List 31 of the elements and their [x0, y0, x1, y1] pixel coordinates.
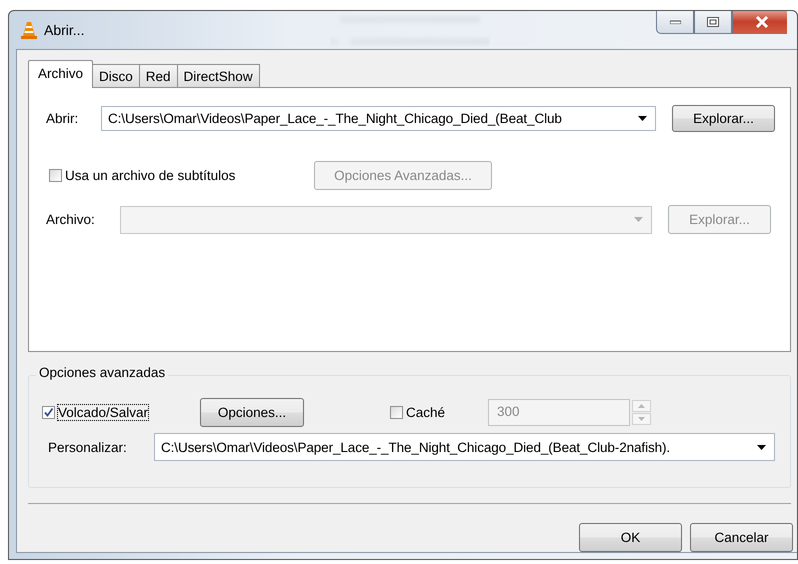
window-title: Abrir... [44, 22, 84, 38]
browse-button[interactable]: Explorar... [672, 105, 775, 132]
tab[interactable]: Red [138, 64, 178, 87]
up-arrow-icon [638, 404, 645, 408]
minimize-button[interactable] [656, 11, 694, 34]
close-button[interactable] [732, 11, 787, 34]
path-dropdown[interactable]: C:\Users\Omar\Videos\Paper_Lace_-_The_Night_Chicago_Died_(Beat_Club [101, 106, 656, 131]
field-label: Archivo: [46, 212, 96, 227]
checkbox-label: Volcado/Salvar [58, 405, 148, 420]
checkbox-label: Caché [406, 405, 446, 420]
cancel-button[interactable]: Cancelar [690, 523, 793, 552]
maximize-button[interactable] [694, 11, 732, 34]
output-dropdown[interactable]: C:\Users\Omar\Videos\Paper_Lace_-_The_Night_Chicago_Died_(Beat_Club-2nafish). [154, 433, 775, 461]
down-arrow-icon [638, 417, 645, 421]
checkbox[interactable] [42, 406, 55, 419]
maximize-icon [707, 16, 719, 26]
ok-button[interactable]: OK [579, 523, 682, 552]
field-label: Abrir: [46, 111, 80, 126]
options-button[interactable]: Opciones... [200, 398, 304, 427]
tab[interactable]: DirectShow [176, 64, 260, 87]
traffic-cone-icon [21, 21, 37, 39]
tab[interactable]: Disco [92, 64, 140, 87]
dropdown-arrow-icon [634, 217, 643, 222]
tab[interactable]: Archivo [28, 60, 94, 88]
dropdown-arrow-icon [638, 116, 647, 121]
group-title: Opciones avanzadas [36, 365, 168, 380]
field-label: Personalizar: [48, 440, 128, 454]
checkbox-label: Usa un archivo de subtítulos [65, 168, 236, 183]
minimize-icon [670, 20, 680, 24]
dropdown-arrow-icon [757, 444, 766, 450]
close-icon [755, 16, 769, 28]
